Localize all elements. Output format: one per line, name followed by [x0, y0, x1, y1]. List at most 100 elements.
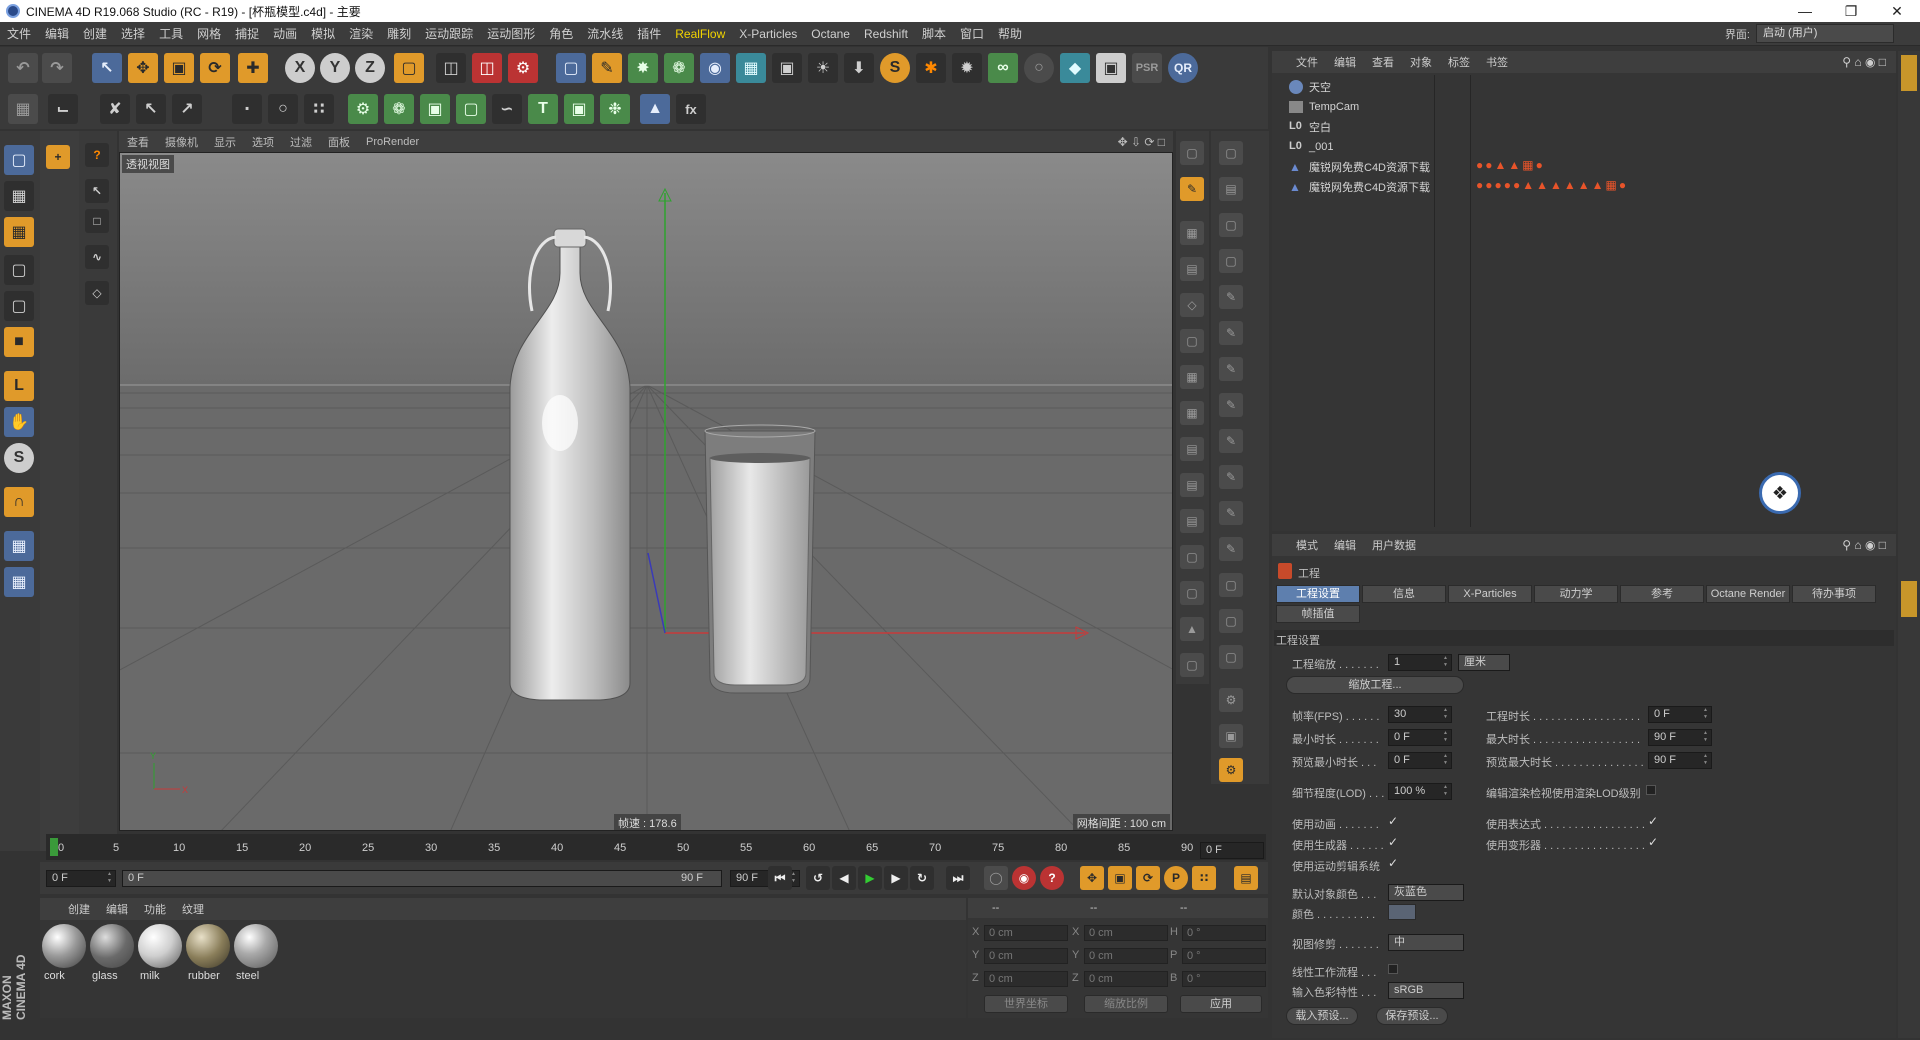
viewport-menu-view[interactable]: 查看: [119, 134, 157, 150]
picture-viewer-icon[interactable]: ▣: [1096, 53, 1126, 83]
menu-animate[interactable]: 动画: [266, 22, 304, 46]
viewport-menu-prorender[interactable]: ProRender: [358, 136, 427, 148]
point-select-icon[interactable]: ↖: [136, 94, 166, 124]
tool-b15-icon[interactable]: ▢: [1219, 645, 1243, 669]
viewport-menu-panel[interactable]: 面板: [320, 134, 358, 150]
matrix-icon[interactable]: ▣: [420, 94, 450, 124]
psr-icon[interactable]: PSR: [1132, 53, 1162, 83]
gear-cloner-icon[interactable]: ⚙: [348, 94, 378, 124]
tool-a4-icon[interactable]: ▤: [1180, 257, 1204, 281]
fracture-icon[interactable]: ❁: [384, 94, 414, 124]
tool-a3-icon[interactable]: ▦: [1180, 221, 1204, 245]
go-start-icon[interactable]: ⏮: [768, 866, 792, 890]
coord-pos-z[interactable]: 0 cm: [984, 971, 1068, 987]
material-tags-row-2[interactable]: ●●●●●▲▲▲▲▲▲▦●: [1476, 178, 1716, 196]
obj-menu-tags[interactable]: 标签: [1440, 54, 1478, 70]
color-profile-dropdown[interactable]: sRGB: [1388, 982, 1464, 999]
material-steel[interactable]: steel: [234, 924, 278, 984]
workplane-icon[interactable]: ▦: [4, 217, 34, 247]
perspective-viewport[interactable]: Y X 透视视图 帧速 : 178.6 网格间距 : 100 cm: [119, 152, 1173, 831]
tool-a5-icon[interactable]: ◇: [1180, 293, 1204, 317]
play-icon[interactable]: ▶: [858, 866, 882, 890]
coord-rot-p[interactable]: 0 °: [1182, 948, 1266, 964]
tab-frame-interpolation[interactable]: 帧插值: [1276, 605, 1360, 623]
snap-s-icon[interactable]: S: [4, 443, 34, 473]
keyframe-selection-icon[interactable]: ?: [1040, 866, 1064, 890]
key-rotation-icon[interactable]: ⟳: [1136, 866, 1160, 890]
plus-move-icon[interactable]: +: [46, 145, 70, 169]
model-mode-icon[interactable]: ▢: [4, 145, 34, 175]
apply-button[interactable]: 应用: [1180, 995, 1262, 1013]
use-generators-checkbox[interactable]: ✓: [1388, 836, 1400, 848]
project-unit-dropdown[interactable]: 厘米: [1458, 654, 1510, 671]
tool-b7-icon[interactable]: ✎: [1219, 357, 1243, 381]
default-color-dropdown[interactable]: 灰蓝色: [1388, 884, 1464, 901]
spline-icon[interactable]: ∽: [492, 94, 522, 124]
redo-icon[interactable]: ↷: [42, 53, 72, 83]
transform-icon[interactable]: ✚: [238, 53, 268, 83]
minimize-icon[interactable]: —: [1782, 0, 1828, 22]
object-row-001[interactable]: L0 _001: [1275, 137, 1895, 157]
tab-todo[interactable]: 待办事项: [1792, 585, 1876, 603]
load-preset-button[interactable]: 载入预设...: [1286, 1007, 1358, 1025]
coord-rot-h[interactable]: 0 °: [1182, 925, 1266, 941]
use-animation-checkbox[interactable]: ✓: [1388, 815, 1400, 827]
s-plugin-icon[interactable]: S: [880, 53, 910, 83]
effector-icon[interactable]: ❉: [600, 94, 630, 124]
bridge-icon[interactable]: ⋅: [232, 94, 262, 124]
material-rubber[interactable]: rubber: [186, 924, 230, 984]
tab-dynamics[interactable]: 动力学: [1534, 585, 1618, 603]
min-time-field[interactable]: 0 F: [1388, 729, 1452, 746]
color-swatch[interactable]: [1388, 904, 1416, 920]
go-end-icon[interactable]: ⏭: [946, 866, 970, 890]
use-expressions-checkbox[interactable]: ✓: [1648, 815, 1660, 827]
tab-strip-attributes[interactable]: [1901, 581, 1917, 617]
pen-icon[interactable]: ✎: [592, 53, 622, 83]
menu-pipeline[interactable]: 流水线: [580, 22, 630, 46]
next-key-icon[interactable]: ↻: [910, 866, 934, 890]
extrude-icon[interactable]: ▣: [564, 94, 594, 124]
obj-search-icons[interactable]: ⚲ ⌂ ◉ □: [1842, 55, 1886, 69]
tool-a9-icon[interactable]: ▤: [1180, 437, 1204, 461]
next-frame-icon[interactable]: ▶: [884, 866, 908, 890]
tab-info[interactable]: 信息: [1362, 585, 1446, 603]
view-clipping-dropdown[interactable]: 中: [1388, 934, 1464, 951]
menu-snap[interactable]: 捕捉: [228, 22, 266, 46]
tool-b11-icon[interactable]: ✎: [1219, 501, 1243, 525]
lod-field[interactable]: 100 %: [1388, 783, 1452, 800]
close-icon[interactable]: ✕: [1874, 0, 1920, 22]
viewport-nav-icons[interactable]: ✥ ⇩ ⟳ □: [1118, 135, 1165, 149]
obj-menu-edit[interactable]: 编辑: [1326, 54, 1364, 70]
coord-pos-y[interactable]: 0 cm: [984, 948, 1068, 964]
poly-select-icon[interactable]: ◇: [85, 281, 109, 305]
settings-cube-icon[interactable]: ⚙: [1219, 758, 1243, 782]
playhead[interactable]: [50, 838, 58, 856]
camera-icon[interactable]: ▣: [772, 53, 802, 83]
menu-select[interactable]: 选择: [114, 22, 152, 46]
object-row-sky[interactable]: 天空: [1275, 77, 1895, 97]
timeline-window-icon[interactable]: ▤: [1234, 866, 1258, 890]
key-position-icon[interactable]: ✥: [1080, 866, 1104, 890]
move-icon[interactable]: ✥: [128, 53, 158, 83]
z-axis-icon[interactable]: Z: [355, 53, 385, 83]
particles-icon[interactable]: ✱: [916, 53, 946, 83]
workplane-snap-icon[interactable]: ▦: [4, 567, 34, 597]
menu-octane[interactable]: Octane: [804, 22, 857, 46]
menu-sculpt[interactable]: 雕刻: [380, 22, 418, 46]
emitter-icon[interactable]: ✹: [952, 53, 982, 83]
fx-icon[interactable]: fx: [676, 94, 706, 124]
material-menu-create[interactable]: 创建: [40, 901, 98, 917]
texture-mode-icon[interactable]: ▦: [4, 181, 34, 211]
menu-plugins[interactable]: 插件: [630, 22, 668, 46]
tool-b14-icon[interactable]: ▢: [1219, 609, 1243, 633]
attr-menu-mode[interactable]: 模式: [1272, 537, 1326, 553]
tool-c2-icon[interactable]: ▣: [1219, 724, 1243, 748]
tool-b12-icon[interactable]: ✎: [1219, 537, 1243, 561]
timeline-ruler[interactable]: [46, 834, 1266, 860]
floor-icon[interactable]: ▦: [736, 53, 766, 83]
qr-icon[interactable]: QR: [1168, 53, 1198, 83]
help-icon[interactable]: ?: [85, 143, 109, 167]
attr-nav-icons[interactable]: ⚲ ⌂ ◉ □: [1842, 538, 1886, 552]
tool-b2-icon[interactable]: ▤: [1219, 177, 1243, 201]
cloner-icon[interactable]: ❁: [664, 53, 694, 83]
